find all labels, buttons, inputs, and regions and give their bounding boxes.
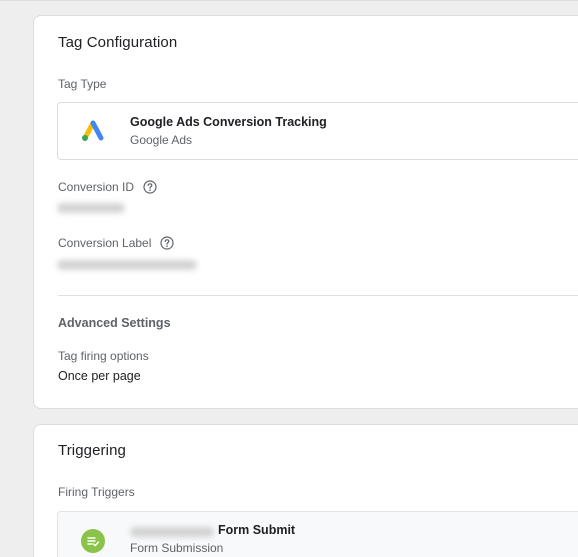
trigger-type: Form Submission xyxy=(130,541,224,555)
form-submission-icon xyxy=(81,529,105,553)
advanced-settings-title[interactable]: Advanced Settings xyxy=(58,316,171,330)
triggering-title: Triggering xyxy=(58,442,126,459)
help-circle-icon[interactable] xyxy=(143,180,157,194)
tag-type-label: Tag Type xyxy=(58,77,107,91)
tag-configuration-title: Tag Configuration xyxy=(58,34,178,51)
trigger-name-prefix-redacted xyxy=(130,527,214,537)
triggering-card[interactable]: Triggering Firing Triggers Form Submit F… xyxy=(33,424,578,557)
top-divider xyxy=(0,0,578,1)
conversion-id-value-redacted xyxy=(57,203,125,213)
conversion-id-label-text: Conversion ID xyxy=(58,180,135,194)
section-divider xyxy=(58,295,578,296)
tag-firing-options-label: Tag firing options xyxy=(58,349,149,363)
conversion-id-label: Conversion ID xyxy=(58,180,157,194)
conversion-label-label: Conversion Label xyxy=(58,236,175,250)
tag-type-name: Google Ads Conversion Tracking xyxy=(130,115,327,129)
firing-triggers-label: Firing Triggers xyxy=(58,485,135,499)
tag-type-vendor: Google Ads xyxy=(130,133,193,147)
tag-firing-options-value: Once per page xyxy=(58,369,141,383)
google-ads-logo-icon xyxy=(82,120,104,141)
help-circle-icon[interactable] xyxy=(160,236,175,250)
page: Tag Configuration Tag Type Google Ads Co… xyxy=(0,0,578,557)
trigger-name: Form Submit xyxy=(218,523,296,537)
conversion-label-value-redacted xyxy=(57,260,197,270)
conversion-label-label-text: Conversion Label xyxy=(58,236,152,250)
tag-type-selector[interactable]: Google Ads Conversion Tracking Google Ad… xyxy=(57,102,578,160)
tag-configuration-card[interactable]: Tag Configuration Tag Type Google Ads Co… xyxy=(33,15,578,409)
trigger-item[interactable]: Form Submit Form Submission xyxy=(57,511,578,557)
